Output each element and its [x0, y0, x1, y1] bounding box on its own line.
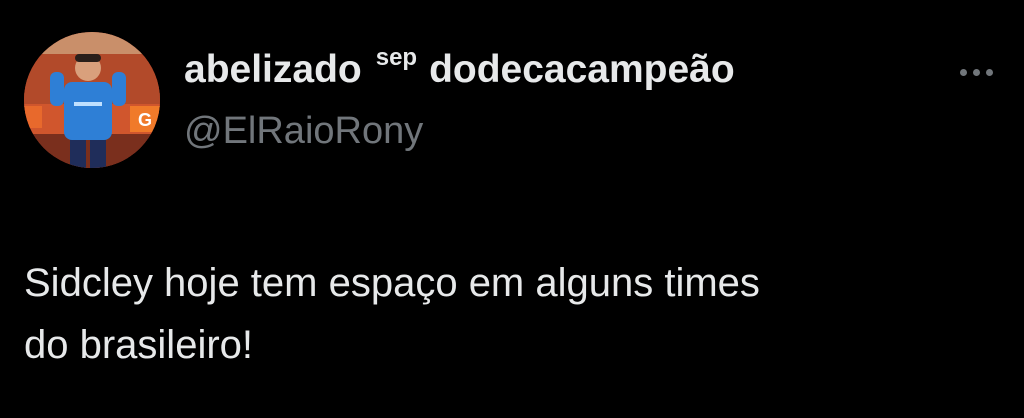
tweet-text-line-1: Sidcley hoje tem espaço em alguns times: [24, 261, 760, 305]
display-name-part1: abelizado: [184, 48, 362, 91]
more-options-button[interactable]: [952, 58, 1000, 86]
display-name-superscript: sep: [375, 44, 418, 71]
display-name-part2: dodecacampeão: [429, 48, 735, 91]
display-name[interactable]: abelizado sep dodecacampeão: [184, 44, 944, 96]
more-horizontal-icon: [972, 68, 980, 76]
more-horizontal-icon: [985, 68, 993, 76]
tweet-text-line-2: do brasileiro!: [24, 323, 254, 367]
tweet-card: G abelizado sep dodecacampeão @ElRaioRon…: [0, 0, 1024, 418]
more-horizontal-icon: [959, 68, 967, 76]
user-handle[interactable]: @ElRaioRony: [184, 108, 944, 154]
avatar-image: G: [24, 32, 160, 168]
avatar[interactable]: G: [24, 32, 160, 168]
svg-text:G: G: [138, 110, 152, 130]
tweet-header: abelizado sep dodecacampeão @ElRaioRony: [184, 44, 944, 154]
tweet-text: Sidcley hoje tem espaço em alguns times …: [24, 252, 1000, 376]
